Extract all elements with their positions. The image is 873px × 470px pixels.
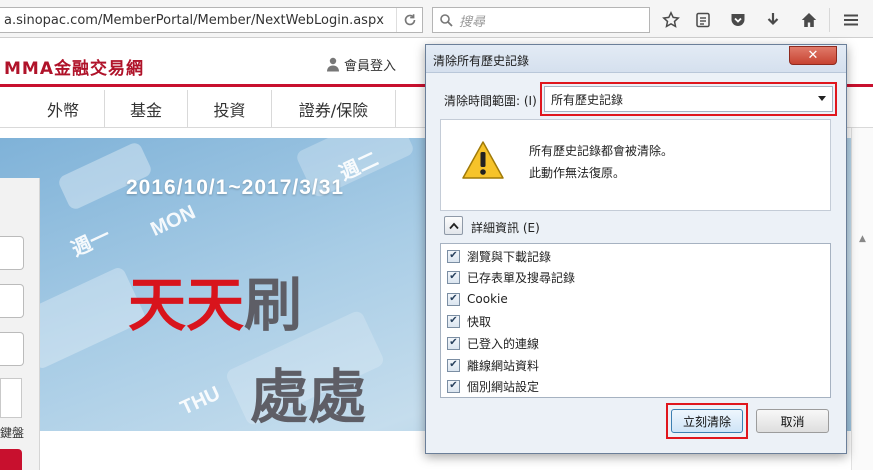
list-item-forms-search[interactable]: ✔ 已存表單及搜尋記錄 <box>447 267 575 287</box>
warning-line-1: 所有歷史記錄都會被清除。 <box>529 144 674 158</box>
list-item-active-logins[interactable]: ✔ 已登入的連線 <box>447 333 539 353</box>
checkbox[interactable]: ✔ <box>447 270 460 284</box>
login-field-password[interactable] <box>0 332 24 366</box>
checkbox[interactable]: ✔ <box>447 336 460 350</box>
dialog-titlebar[interactable]: 清除所有歷史記錄 ✕ <box>426 45 846 73</box>
details-toggle-button[interactable] <box>444 216 463 235</box>
item-label: 已登入的連線 <box>467 336 540 351</box>
history-items-list: ✔ 瀏覽與下載記錄 ✔ 已存表單及搜尋記錄 ✔ Cookie ✔ 快取 ✔ 已登… <box>440 243 831 398</box>
banner-tag: 週一 <box>68 224 114 262</box>
keyboard-icon[interactable] <box>0 378 22 418</box>
list-item-site-settings[interactable]: ✔ 個別網站設定 <box>447 376 539 396</box>
banner-tag: MON <box>147 201 199 241</box>
banner-headline-1: 天天刷 <box>128 273 303 338</box>
checkbox[interactable]: ✔ <box>447 292 460 306</box>
list-item-cookies[interactable]: ✔ Cookie <box>447 289 508 309</box>
pocket-icon[interactable] <box>726 8 750 32</box>
banner-tag: THU <box>177 382 224 420</box>
item-label: 瀏覽與下載記錄 <box>467 249 552 264</box>
warning-panel: 所有歷史記錄都會被清除。 此動作無法復原。 <box>440 119 831 211</box>
clear-now-button[interactable]: 立刻清除 <box>671 409 743 433</box>
bookmark-star-icon[interactable] <box>659 8 683 32</box>
list-item-browsing-history[interactable]: ✔ 瀏覽與下載記錄 <box>447 246 551 266</box>
url-text[interactable]: a.sinopac.com/MemberPortal/Member/NextWe… <box>0 13 396 28</box>
search-bar[interactable]: 搜尋 <box>432 7 650 33</box>
nav-item-funds[interactable]: 基金 <box>105 90 188 128</box>
login-field-user[interactable] <box>0 284 24 318</box>
nav-item-investment[interactable]: 投資 <box>188 90 272 128</box>
warning-line-2: 此動作無法復原。 <box>529 166 626 180</box>
dialog-title: 清除所有歷史記錄 <box>433 54 530 68</box>
login-submit-tab[interactable] <box>0 449 22 470</box>
user-icon <box>327 57 339 72</box>
highlight-box-time-range <box>540 82 837 116</box>
checkbox[interactable]: ✔ <box>447 379 460 393</box>
dialog-close-button[interactable]: ✕ <box>789 46 837 65</box>
cancel-button[interactable]: 取消 <box>756 409 829 433</box>
home-icon[interactable] <box>797 8 821 32</box>
list-item-offline-data[interactable]: ✔ 離線網站資料 <box>447 355 539 375</box>
search-icon <box>433 13 459 27</box>
chevron-up-icon <box>448 222 459 229</box>
list-item-cache[interactable]: ✔ 快取 <box>447 311 491 331</box>
banner-headline-2: 處處 <box>250 365 367 430</box>
item-label: 離線網站資料 <box>467 358 540 373</box>
item-label: 個別網站設定 <box>467 379 540 394</box>
toolbar-separator <box>829 8 830 32</box>
page-scroll-area[interactable]: ▲ <box>851 128 873 470</box>
login-field-id[interactable] <box>0 236 24 270</box>
nav-item-forex[interactable]: 外幣 <box>22 90 105 128</box>
item-label: Cookie <box>467 292 508 306</box>
details-label[interactable]: 詳細資訊 (E) <box>471 219 540 236</box>
member-login-link[interactable]: 會員登入 <box>326 55 396 74</box>
reading-list-icon[interactable] <box>691 8 715 32</box>
browser-toolbar: a.sinopac.com/MemberPortal/Member/NextWe… <box>0 0 873 38</box>
checkbox[interactable]: ✔ <box>447 314 460 328</box>
reload-icon <box>404 14 415 26</box>
time-range-label: 清除時間範圍: (I) <box>444 94 537 108</box>
warning-icon <box>462 141 504 179</box>
reload-button[interactable] <box>396 8 422 32</box>
keyboard-label[interactable]: 鍵盤 <box>0 424 24 441</box>
close-icon: ✕ <box>807 48 819 63</box>
checkbox[interactable]: ✔ <box>447 358 460 372</box>
checkbox[interactable]: ✔ <box>447 249 460 263</box>
menu-icon[interactable] <box>839 8 863 32</box>
address-bar[interactable]: a.sinopac.com/MemberPortal/Member/NextWe… <box>0 7 423 33</box>
item-label: 快取 <box>467 314 492 329</box>
site-brand[interactable]: MMA金融交易網 <box>4 54 144 79</box>
item-label: 已存表單及搜尋記錄 <box>467 270 576 285</box>
download-icon[interactable] <box>761 8 785 32</box>
search-placeholder: 搜尋 <box>459 14 486 30</box>
scroll-arrow-icon[interactable]: ▲ <box>859 234 866 244</box>
clear-history-dialog: 清除所有歷史記錄 ✕ 清除時間範圍: (I) 所有歷史記錄 所有歷史記錄都會被清… <box>425 44 847 454</box>
member-login-label: 會員登入 <box>344 59 397 74</box>
nav-item-securities-insurance[interactable]: 證券/保險 <box>272 90 396 128</box>
banner-date: 2016/10/1~2017/3/31 <box>126 176 345 199</box>
